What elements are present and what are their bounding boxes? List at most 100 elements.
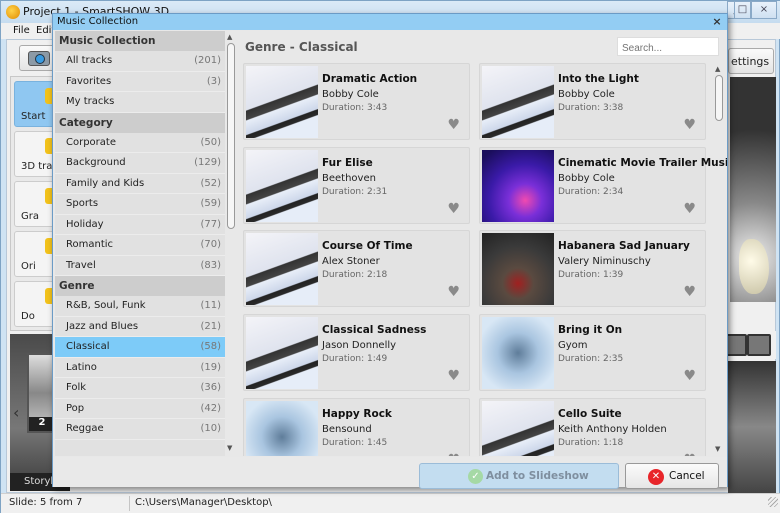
storyboard-prev-arrow-icon[interactable]: ‹ <box>13 403 19 422</box>
track-card[interactable]: Classical Sadness Jason Donnelly Duration:… <box>243 314 470 392</box>
menu-file[interactable]: File <box>13 25 30 36</box>
track-card[interactable]: Fur Elise Beethoven Duration: 2:31 ♥ <box>243 146 470 224</box>
sidebar-item-count: (11) <box>200 300 221 311</box>
resize-grip[interactable] <box>768 497 778 507</box>
tab-label: Ori <box>21 261 36 272</box>
tracks-scrollbar[interactable]: ▲ ▼ <box>713 63 725 456</box>
favorite-heart-icon[interactable]: ♥ <box>447 453 460 456</box>
sidebar-item[interactable]: Corporate (50) <box>55 132 225 153</box>
scroll-down-arrow-icon[interactable]: ▼ <box>227 444 232 452</box>
status-slide: Slide: 5 from 7 <box>9 497 83 508</box>
dialog-close-icon[interactable]: × <box>711 16 723 28</box>
sidebar-item-count: (21) <box>200 320 221 332</box>
track-artist: Gyom <box>558 340 588 352</box>
scroll-up-arrow-icon[interactable]: ▲ <box>715 65 720 73</box>
favorite-heart-icon[interactable]: ♥ <box>683 285 696 299</box>
track-title: Fur Elise <box>322 156 373 169</box>
track-card[interactable]: Cello Suite Keith Anthony Holden Duration:… <box>479 397 706 456</box>
music-collection-dialog: Music Collection × Music Collection All t… <box>52 13 728 489</box>
sidebar-item-count: (3) <box>206 75 221 87</box>
sidebar-item[interactable]: Background (129) <box>55 153 225 174</box>
tab-label: Do <box>21 311 35 322</box>
favorite-heart-icon[interactable]: ♥ <box>683 118 696 132</box>
track-duration: Duration: 2:31 <box>322 186 388 197</box>
track-artist: Valery Niminuschy <box>558 256 651 268</box>
sidebar-scrollbar[interactable]: ▲ ▼ <box>225 31 237 456</box>
track-duration: Duration: 3:38 <box>558 103 624 113</box>
track-card[interactable]: Into the Light Bobby Cole Duration: 3:38 ♥ <box>479 63 706 140</box>
track-card[interactable]: Course Of Time Alex Stoner Duration: 2:18 ♥ <box>243 230 470 308</box>
track-card[interactable]: Happy Rock Bensound Duration: 1:45 ♥ <box>243 397 470 456</box>
add-to-slideshow-button[interactable]: ✓ Add to Slideshow <box>419 463 619 489</box>
sidebar-section-header: Genre <box>55 276 225 296</box>
sidebar-item[interactable]: Family and Kids (52) <box>55 173 225 194</box>
track-artist: Keith Anthony Holden <box>558 423 667 435</box>
track-artist: Beethoven <box>322 172 376 184</box>
scroll-thumb[interactable] <box>715 75 723 121</box>
sidebar-item-label: Classical <box>66 341 110 352</box>
sidebar-item[interactable]: My tracks <box>55 92 225 113</box>
sidebar-item[interactable]: Favorites (3) <box>55 71 225 92</box>
sidebar-item-label: Latino <box>66 361 97 373</box>
cancel-button[interactable]: ✕ Cancel <box>625 463 719 489</box>
track-thumbnail <box>482 66 554 138</box>
tab-label: Gra <box>21 211 39 222</box>
sidebar-item-count: (201) <box>194 55 221 66</box>
sidebar-item-count: (77) <box>200 218 221 230</box>
sidebar-item[interactable]: Holiday (77) <box>55 214 225 235</box>
sidebar-item[interactable]: Classical (58) <box>55 337 225 358</box>
close-app-button[interactable]: × <box>751 1 777 19</box>
track-title: Habanera Sad January <box>558 240 690 253</box>
sidebar-item-count: (70) <box>200 239 221 250</box>
sidebar-item[interactable]: Travel (83) <box>55 255 225 276</box>
scroll-thumb[interactable] <box>227 43 235 229</box>
settings-button[interactable]: ettings <box>728 48 774 74</box>
sidebar-item-count: (52) <box>200 177 221 189</box>
track-thumbnail <box>482 317 554 390</box>
track-duration: Duration: 1:39 <box>558 270 624 281</box>
favorite-heart-icon[interactable]: ♥ <box>447 369 460 383</box>
sidebar-item[interactable]: R&B, Soul, Funk (11) <box>55 296 225 317</box>
sidebar-item-count: (59) <box>200 198 221 209</box>
track-card[interactable]: Cinematic Movie Trailer Music Bobby Cole D… <box>479 146 727 224</box>
sidebar-item[interactable]: All tracks (201) <box>55 51 225 72</box>
track-duration: Duration: 2:35 <box>558 354 624 365</box>
maximize-button[interactable]: □ <box>734 1 751 19</box>
sidebar-item[interactable]: Reggae (10) <box>55 419 225 440</box>
track-artist: Bobby Cole <box>322 89 379 100</box>
sidebar-item-count: (50) <box>200 136 221 148</box>
sidebar-item[interactable]: Latino (19) <box>55 357 225 378</box>
track-duration: Duration: 2:34 <box>558 186 624 197</box>
sidebar-item-label: Sports <box>66 198 99 209</box>
track-title: Classical Sadness <box>322 324 427 337</box>
track-list: Genre - Classical Dramatic Action Bobby C… <box>239 31 727 456</box>
sidebar-item-label: R&B, Soul, Funk <box>66 300 146 311</box>
camera-icon <box>28 51 50 66</box>
favorite-heart-icon[interactable]: ♥ <box>683 369 696 383</box>
track-duration: Duration: 2:18 <box>322 270 388 281</box>
favorite-heart-icon[interactable]: ♥ <box>447 285 460 299</box>
track-card[interactable]: Bring it On Gyom Duration: 2:35 ♥ <box>479 314 706 392</box>
favorite-heart-icon[interactable]: ♥ <box>447 202 460 216</box>
sidebar-item[interactable]: Folk (36) <box>55 378 225 399</box>
favorite-heart-icon[interactable]: ♥ <box>683 453 696 456</box>
sidebar-item[interactable]: Jazz and Blues (21) <box>55 316 225 337</box>
sidebar-item-label: Background <box>66 157 126 168</box>
favorite-heart-icon[interactable]: ♥ <box>683 202 696 216</box>
sidebar-item[interactable]: Pop (42) <box>55 398 225 419</box>
fullscreen-icon[interactable] <box>747 334 771 356</box>
sidebar-item-count: (58) <box>200 341 221 352</box>
genre-heading: Genre - Classical <box>245 40 358 54</box>
left-tab-panel: Start 3D tra Gra Ori Do <box>10 76 62 331</box>
scroll-down-arrow-icon[interactable]: ▼ <box>715 445 720 453</box>
search-input[interactable] <box>617 37 719 56</box>
track-title: Cinematic Movie Trailer Music <box>558 156 727 169</box>
sidebar-item[interactable]: Romantic (70) <box>55 235 225 256</box>
sidebar-item-count: (36) <box>200 382 221 393</box>
scroll-up-arrow-icon[interactable]: ▲ <box>227 33 232 41</box>
sidebar-item[interactable]: Sports (59) <box>55 194 225 215</box>
track-card[interactable]: Dramatic Action Bobby Cole Duration: 3:43 ♥ <box>243 63 470 140</box>
track-thumbnail <box>482 233 554 306</box>
track-card[interactable]: Habanera Sad January Valery Niminuschy Dur… <box>479 230 706 308</box>
favorite-heart-icon[interactable]: ♥ <box>447 118 460 132</box>
